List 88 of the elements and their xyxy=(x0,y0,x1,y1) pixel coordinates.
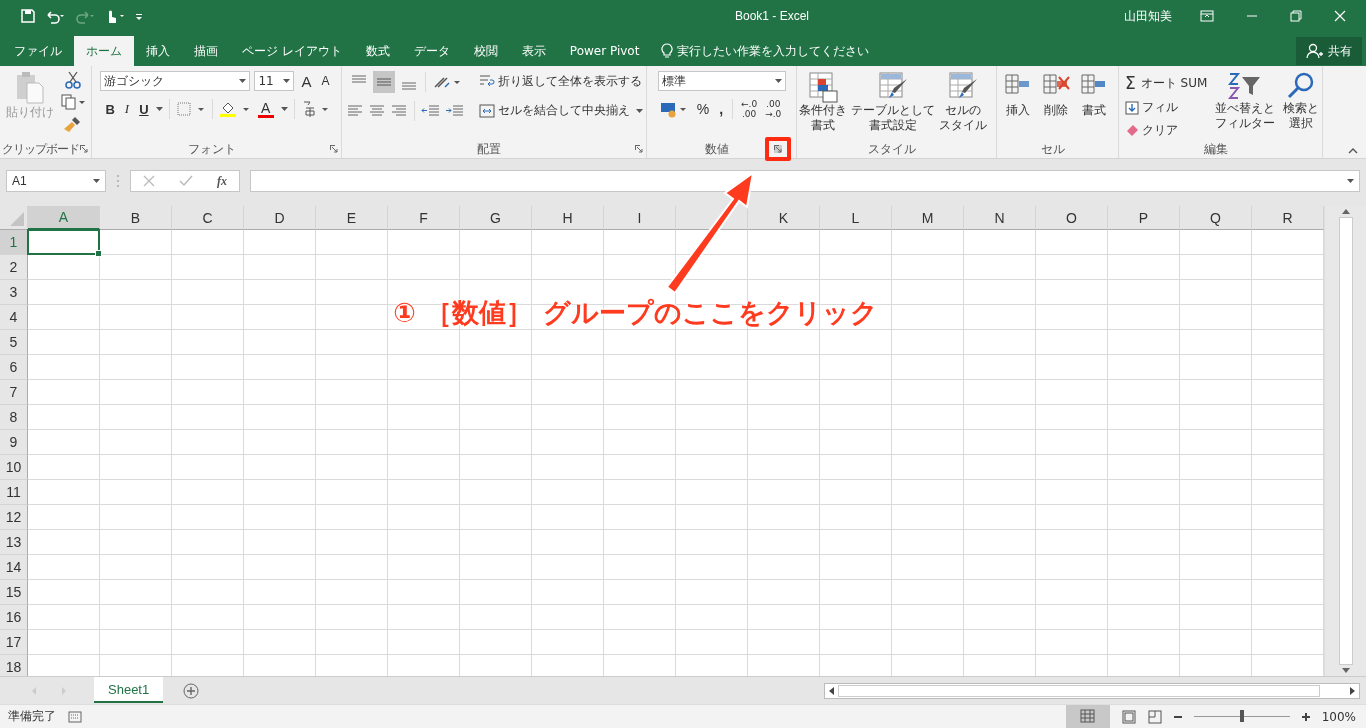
sort-filter-button[interactable]: 並べ替えと フィルター xyxy=(1213,71,1278,131)
underline-button[interactable]: U xyxy=(136,101,152,117)
group-label: スタイル xyxy=(867,140,916,158)
cells-button[interactable]: 書式 xyxy=(1077,71,1111,118)
row-header[interactable]: 8 xyxy=(0,405,28,430)
column-header[interactable]: A xyxy=(28,206,100,230)
insert-function-button[interactable]: fx xyxy=(217,173,227,189)
column-header[interactable]: O xyxy=(1036,206,1108,230)
group-label: クリップボード xyxy=(2,140,79,158)
column-header[interactable]: C xyxy=(172,206,244,230)
row-header[interactable]: 17 xyxy=(0,630,28,655)
column-header[interactable]: R xyxy=(1252,206,1324,230)
ribbon-tab[interactable]: データ xyxy=(401,36,462,66)
column-header[interactable]: L xyxy=(820,206,892,230)
find-select-button[interactable]: 検索と 選択 xyxy=(1281,71,1322,131)
fill-button[interactable]: フィル xyxy=(1123,97,1180,118)
number-format-dropdown[interactable]: 標準 xyxy=(657,71,786,91)
user-name[interactable]: 山田知美 xyxy=(1124,7,1172,25)
merge-center-button[interactable]: セルを結合して中央揃え xyxy=(477,100,632,121)
cells-button[interactable]: 挿入 xyxy=(1001,71,1035,118)
column-header[interactable]: E xyxy=(316,206,388,230)
row-header[interactable]: 15 xyxy=(0,580,28,605)
ribbon-tab[interactable]: 挿入 xyxy=(134,36,182,66)
row-header[interactable]: 9 xyxy=(0,430,28,455)
ribbon-tab[interactable]: 描画 xyxy=(182,36,230,66)
row-header[interactable]: 5 xyxy=(0,330,28,355)
decrease-decimal-button[interactable]: .00 →.0 xyxy=(763,99,784,119)
ribbon-tab[interactable]: 数式 xyxy=(353,36,402,66)
ribbon-tab[interactable]: ページ レイアウト xyxy=(230,36,354,66)
font-name-dropdown[interactable]: 游ゴシック xyxy=(100,71,251,91)
column-header[interactable]: K xyxy=(748,206,820,230)
cells-button[interactable]: 削除 xyxy=(1039,71,1073,118)
group-label: セル xyxy=(1040,140,1065,158)
font-color-button[interactable]: A xyxy=(254,100,277,118)
row-header[interactable]: 4 xyxy=(0,305,28,330)
shrink-font-button[interactable]: A xyxy=(318,74,333,88)
sheet-tab[interactable]: Sheet1 xyxy=(94,677,164,703)
ribbon-tab[interactable]: ファイル xyxy=(2,36,74,66)
font-size-dropdown[interactable]: 11 xyxy=(254,71,295,91)
row-header[interactable]: 16 xyxy=(0,605,28,630)
row-header[interactable]: 2 xyxy=(0,255,28,280)
row-header[interactable]: 18 xyxy=(0,655,28,676)
share-button[interactable]: 共有 xyxy=(1296,37,1362,65)
callout-text: ① ［数値］ グループのここをクリック xyxy=(393,296,878,330)
row-header[interactable]: 3 xyxy=(0,280,28,305)
column-header[interactable]: H xyxy=(532,206,604,230)
style-button[interactable]: セルの スタイル xyxy=(937,71,989,133)
column-header[interactable]: P xyxy=(1108,206,1180,230)
column-header[interactable]: M xyxy=(892,206,964,230)
group-label: 数値 xyxy=(704,140,729,158)
window-title: Book1 - Excel xyxy=(733,9,810,23)
ribbon-tab[interactable]: 校閲 xyxy=(461,36,510,66)
group-label: 編集 xyxy=(1203,141,1228,158)
name-box[interactable]: A1 xyxy=(6,170,106,192)
style-button[interactable]: 条件付き 書式 xyxy=(797,71,849,133)
tell-me-field[interactable]: 実行したい作業を入力してください xyxy=(677,44,928,58)
percent-button[interactable]: % xyxy=(693,101,713,117)
ribbon-tab[interactable]: Power Pivot xyxy=(557,36,652,66)
autosum-button[interactable]: Σ オート SUM xyxy=(1123,71,1210,95)
column-header[interactable]: B xyxy=(100,206,172,230)
column-header[interactable]: D xyxy=(244,206,316,230)
ribbon-tab[interactable]: 表示 xyxy=(509,36,558,66)
column-header[interactable]: Q xyxy=(1180,206,1252,230)
row-header[interactable]: 7 xyxy=(0,380,28,405)
row-header[interactable]: 10 xyxy=(0,455,28,480)
row-header[interactable]: 6 xyxy=(0,355,28,380)
style-button[interactable]: テーブルとして 書式設定 xyxy=(849,71,937,133)
column-header[interactable]: I xyxy=(604,206,676,230)
comma-button[interactable]: , xyxy=(716,101,727,117)
bold-button[interactable]: B xyxy=(102,101,118,117)
row-header[interactable]: 12 xyxy=(0,505,28,530)
increase-decimal-button[interactable]: ←.0 .00 xyxy=(739,99,760,119)
column-header[interactable]: G xyxy=(460,206,532,230)
group-label: 配置 xyxy=(477,140,501,158)
group-label: フォント xyxy=(187,140,236,158)
row-header[interactable]: 11 xyxy=(0,480,28,505)
clear-button[interactable]: クリア xyxy=(1123,120,1180,141)
grow-font-button[interactable]: A xyxy=(298,72,315,90)
wrap-text-button[interactable]: 折り返して全体を表示する xyxy=(477,71,644,92)
row-header[interactable]: 13 xyxy=(0,530,28,555)
row-header[interactable]: 1 xyxy=(0,230,28,255)
status-text: 準備完了 xyxy=(8,708,56,725)
italic-button[interactable]: I xyxy=(121,101,133,117)
zoom-level[interactable]: 100% xyxy=(1321,709,1356,724)
column-header[interactable]: N xyxy=(964,206,1036,230)
row-header[interactable]: 14 xyxy=(0,555,28,580)
ribbon-tab[interactable]: ホーム xyxy=(74,36,134,66)
column-header[interactable]: F xyxy=(388,206,460,230)
